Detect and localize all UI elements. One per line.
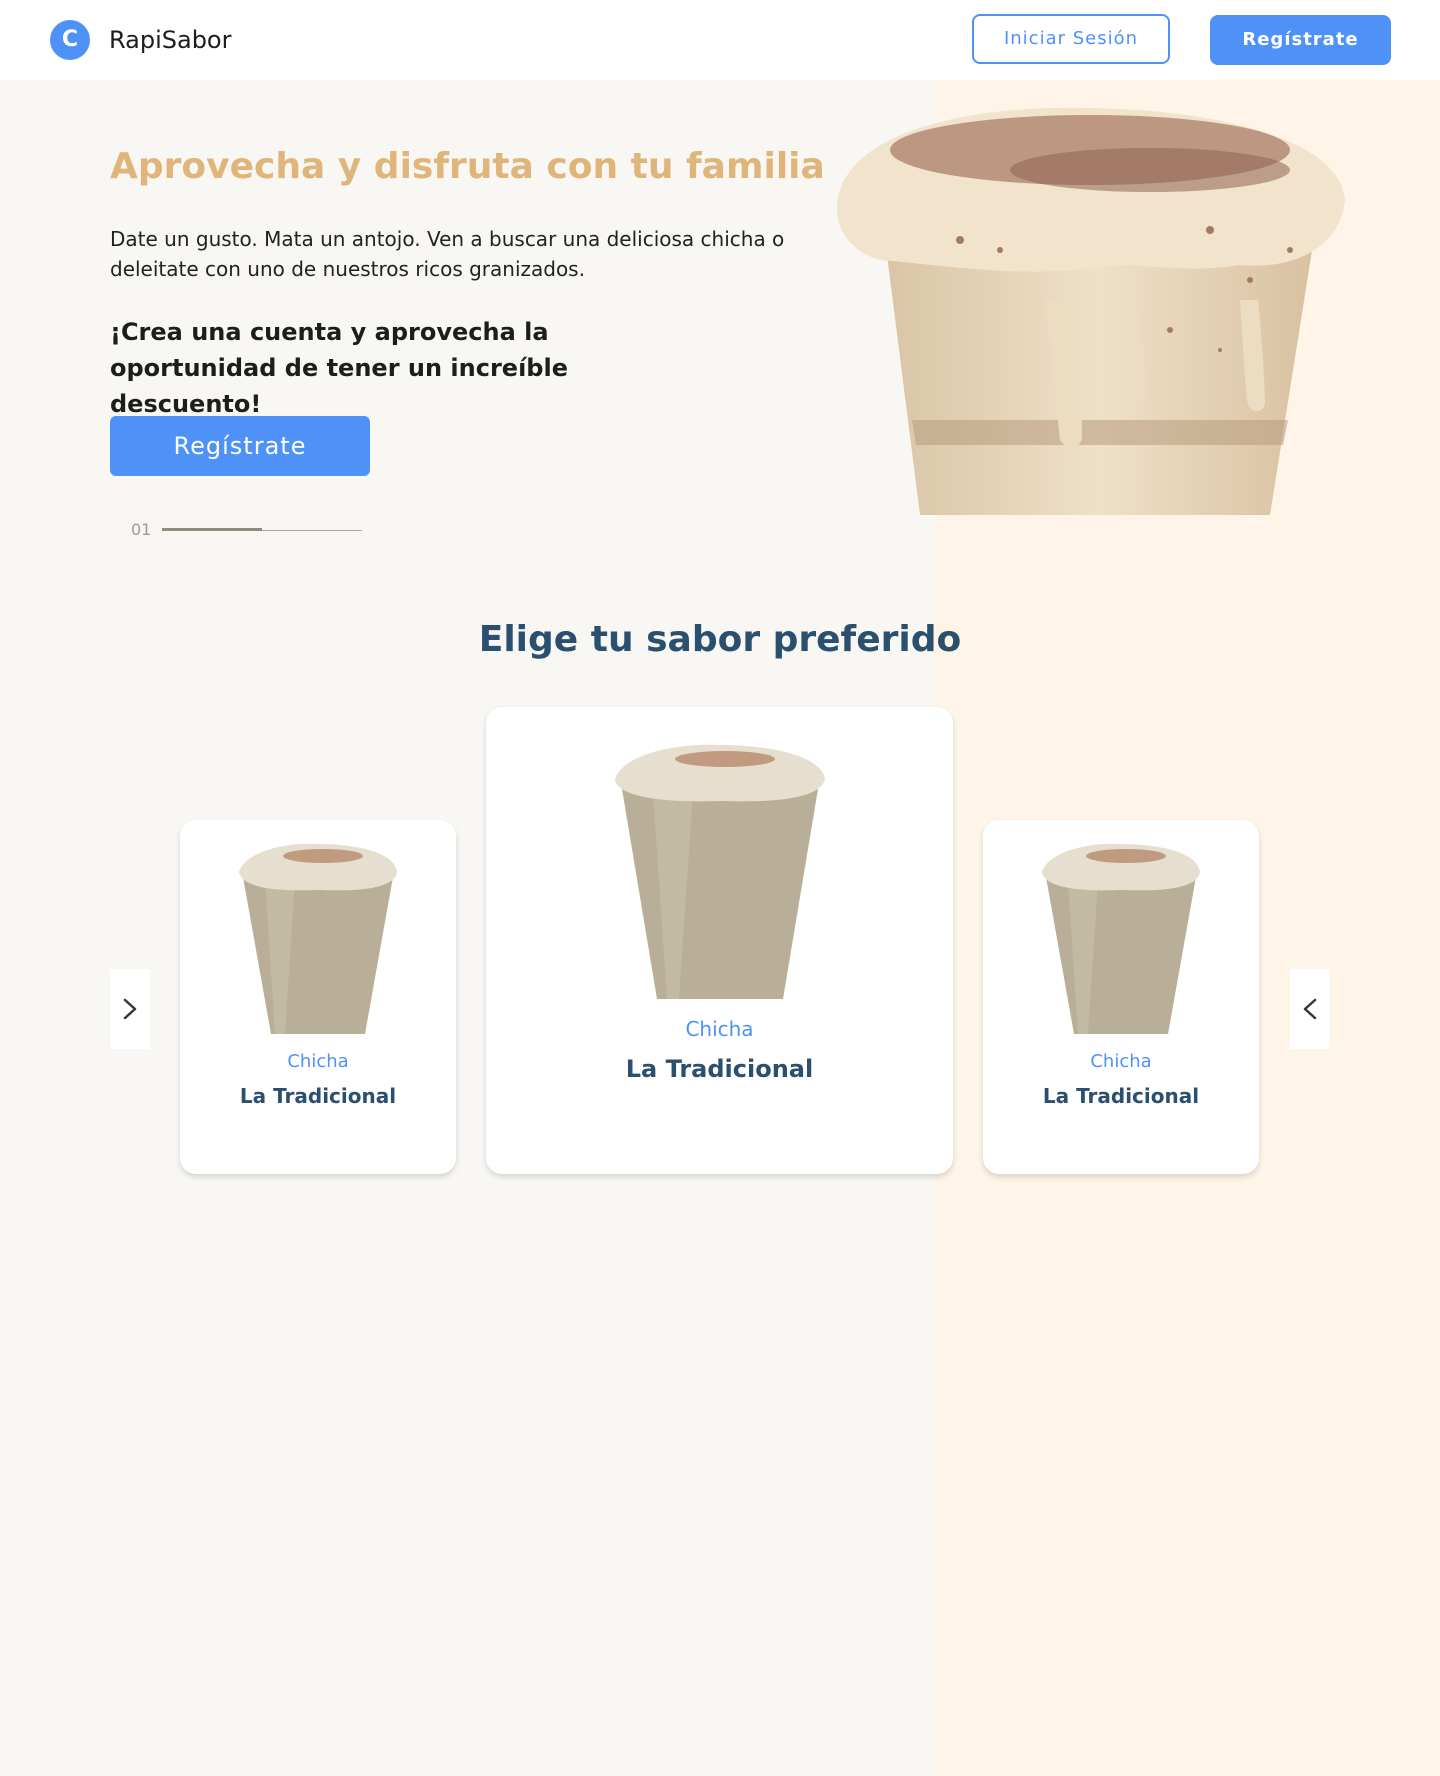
- flavor-card[interactable]: Chicha La Tradicional: [180, 820, 456, 1174]
- hero-description: Date un gusto. Mata un antojo. Ven a bus…: [110, 227, 785, 281]
- logo-icon[interactable]: C: [50, 20, 90, 60]
- hero-register-button[interactable]: Regístrate: [110, 416, 370, 476]
- register-button[interactable]: Regístrate: [1210, 15, 1391, 65]
- flavor-card-featured[interactable]: Chicha La Tradicional: [486, 707, 953, 1174]
- chevron-right-icon: [123, 998, 137, 1020]
- flavors-section-title: Elige tu sabor preferido: [478, 619, 962, 660]
- chevron-left-icon: [1303, 998, 1317, 1020]
- slide-progress-fill: [162, 528, 262, 531]
- carousel-prev-button[interactable]: [110, 969, 150, 1049]
- flavor-card[interactable]: Chicha La Tradicional: [983, 820, 1259, 1174]
- card-name: La Tradicional: [625, 1055, 814, 1083]
- hero-title: Aprovecha y disfruta con tu familia: [110, 146, 825, 187]
- brand-name[interactable]: RapiSabor: [109, 24, 231, 56]
- card-category: Chicha: [685, 1017, 754, 1041]
- login-button[interactable]: Iniciar Sesión: [972, 14, 1170, 64]
- top-navbar: C RapiSabor Iniciar Sesión Regístrate: [0, 0, 1440, 80]
- card-category: Chicha: [1090, 1051, 1152, 1072]
- drink-image: [235, 842, 401, 1034]
- drink-image: [613, 743, 827, 999]
- card-name: La Tradicional: [239, 1084, 397, 1108]
- card-name: La Tradicional: [1042, 1084, 1200, 1108]
- carousel-next-button[interactable]: [1290, 969, 1330, 1049]
- hero-cta-text: ¡Crea una cuenta y aprovecha la oportuni…: [110, 318, 568, 418]
- slide-index: 01: [131, 520, 152, 539]
- card-category: Chicha: [287, 1051, 349, 1072]
- hero-drink-image: [820, 100, 1360, 520]
- drink-image: [1038, 842, 1204, 1034]
